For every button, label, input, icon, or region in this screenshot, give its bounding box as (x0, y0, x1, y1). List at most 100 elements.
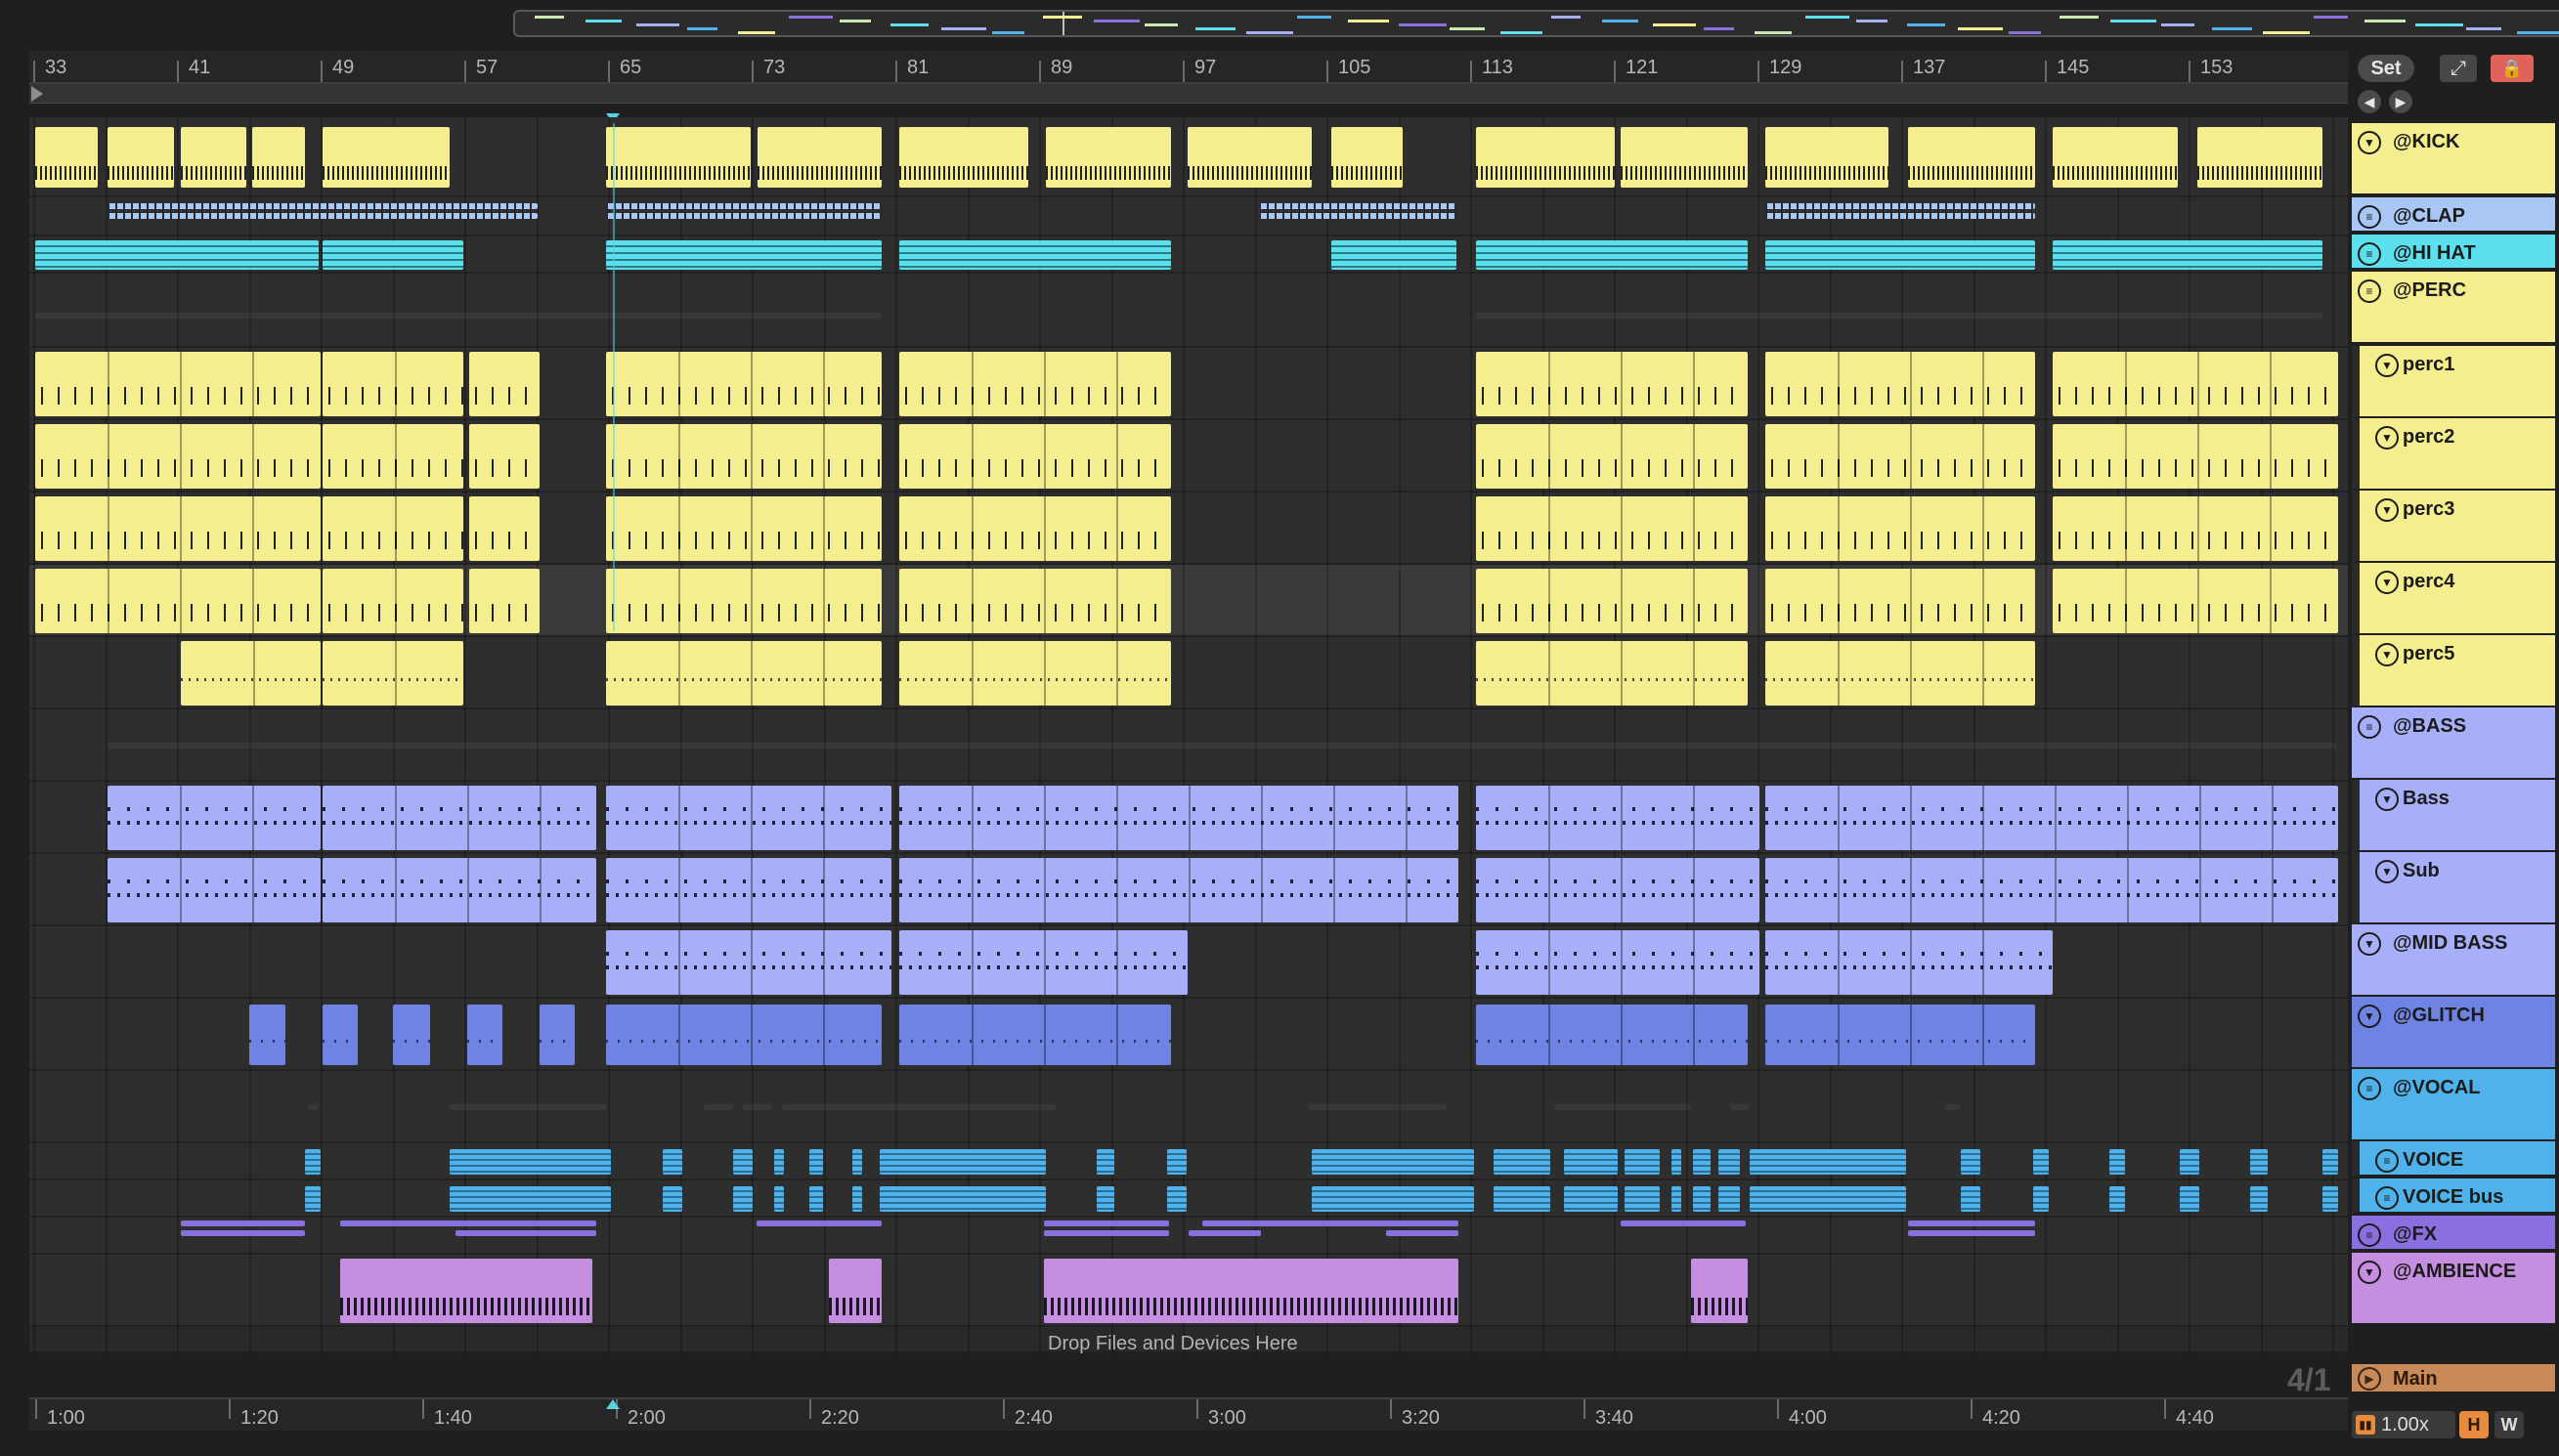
vox-clip[interactable] (2180, 1149, 2199, 1175)
vox-clip[interactable] (663, 1186, 682, 1212)
fx-clip[interactable] (1908, 1220, 2035, 1226)
set-button[interactable]: Set (2358, 55, 2414, 82)
fx-clip[interactable] (1189, 1230, 1261, 1236)
vox-clip[interactable] (733, 1186, 753, 1212)
glitch-clip[interactable] (467, 1005, 502, 1065)
kick-clip[interactable] (252, 127, 305, 188)
kick-clip[interactable] (1476, 127, 1615, 188)
vox-clip[interactable] (1961, 1186, 1980, 1212)
arrow-left-icon[interactable]: ◀ (2358, 90, 2381, 113)
list-icon[interactable]: ≡ (2358, 205, 2381, 229)
list-icon[interactable]: ≡ (2358, 1223, 2381, 1247)
vox-clip[interactable] (663, 1149, 682, 1175)
track-header--ambience[interactable]: ▼ @AMBIENCE (2352, 1253, 2555, 1325)
perc-clip[interactable] (469, 569, 540, 633)
track-header-perc4[interactable]: ▼ perc4 (2352, 563, 2555, 635)
perc-clip[interactable] (1765, 496, 2035, 561)
vox-clip[interactable] (2180, 1186, 2199, 1212)
hh-clip[interactable] (899, 240, 1171, 270)
fx-clip[interactable] (181, 1220, 305, 1226)
tempo-value[interactable]: 1.00x (2381, 1414, 2429, 1436)
perc-clip[interactable] (899, 569, 1171, 633)
fold-icon[interactable]: ▼ (2375, 860, 2399, 883)
clap-clip[interactable] (606, 203, 882, 209)
track-header--glitch[interactable]: ▼ @GLITCH (2352, 997, 2555, 1069)
vox-clip[interactable] (880, 1149, 1046, 1175)
clap-clip[interactable] (1259, 203, 1456, 209)
vox-clip[interactable] (852, 1186, 862, 1212)
vox-clip[interactable] (1097, 1149, 1114, 1175)
hh-clip[interactable] (323, 240, 463, 270)
fold-icon[interactable]: ▼ (2375, 498, 2399, 522)
vox-clip[interactable] (2250, 1186, 2268, 1212)
vox-clip[interactable] (774, 1186, 784, 1212)
vox-clip[interactable] (774, 1149, 784, 1175)
vox-clip[interactable] (1167, 1149, 1187, 1175)
track-header-sub[interactable]: ▼ Sub (2352, 852, 2555, 924)
track-header-perc5[interactable]: ▼ perc5 (2352, 635, 2555, 707)
perc-clip[interactable] (35, 352, 321, 416)
vox-clip[interactable] (733, 1149, 753, 1175)
perc-clip[interactable] (606, 424, 882, 489)
perc-clip[interactable] (2053, 496, 2338, 561)
glitch-clip[interactable] (606, 1005, 882, 1065)
track-header-voice-bus[interactable]: ≡ VOICE bus (2352, 1178, 2555, 1214)
time-ruler[interactable]: 1:00 1:20 1:40 2:00 2:20 2:40 3:00 3:20 3:40 4:00… (29, 1397, 2348, 1431)
hh-clip[interactable] (1476, 240, 1748, 270)
fx-clip[interactable] (1908, 1230, 2035, 1236)
vox-clip[interactable] (1312, 1186, 1474, 1212)
kick-clip[interactable] (108, 127, 174, 188)
loop-strip[interactable] (29, 84, 2348, 104)
fx-clip[interactable] (1386, 1230, 1458, 1236)
kick-clip[interactable] (606, 127, 751, 188)
bass-clip[interactable] (323, 858, 596, 922)
perc-clip[interactable] (899, 496, 1171, 561)
list-icon[interactable]: ≡ (2375, 1149, 2399, 1173)
bass-clip[interactable] (899, 786, 1458, 850)
kick-clip[interactable] (323, 127, 450, 188)
track-header--kick[interactable]: ▼ @KICK (2352, 123, 2555, 195)
fold-icon[interactable]: ▼ (2375, 426, 2399, 450)
lock-icon[interactable]: 🔒 (2491, 55, 2534, 82)
fold-icon[interactable]: ▼ (2375, 788, 2399, 811)
perc5-clip[interactable] (1765, 641, 2035, 706)
perc5-clip[interactable] (606, 641, 882, 706)
vox-clip[interactable] (2109, 1149, 2125, 1175)
list-icon[interactable]: ≡ (2358, 1077, 2381, 1100)
perc-clip[interactable] (1476, 352, 1748, 416)
hh-clip[interactable] (2053, 240, 2322, 270)
loop-start-icon[interactable] (31, 86, 43, 102)
perc-clip[interactable] (1476, 424, 1748, 489)
hh-clip[interactable] (1765, 240, 2035, 270)
bass-clip[interactable] (1765, 786, 2338, 850)
arrangement-view[interactable] (29, 117, 2348, 1353)
bass-clip[interactable] (1765, 858, 2338, 922)
vox-clip[interactable] (1718, 1149, 1740, 1175)
vox-clip[interactable] (1167, 1186, 1187, 1212)
perc-clip[interactable] (35, 569, 321, 633)
track-header-perc1[interactable]: ▼ perc1 (2352, 346, 2555, 418)
fx-clip[interactable] (181, 1230, 305, 1236)
perc-clip[interactable] (606, 569, 882, 633)
perc-clip[interactable] (469, 424, 540, 489)
glitch-clip[interactable] (540, 1005, 575, 1065)
perc-clip[interactable] (1765, 569, 2035, 633)
bass-clip[interactable] (606, 858, 891, 922)
glitch-clip[interactable] (249, 1005, 285, 1065)
perc5-clip[interactable] (181, 641, 321, 706)
vox-clip[interactable] (2033, 1149, 2049, 1175)
perc-clip[interactable] (469, 352, 540, 416)
bass-clip[interactable] (1476, 930, 1759, 995)
vox-clip[interactable] (1494, 1186, 1550, 1212)
perc-clip[interactable] (899, 352, 1171, 416)
track-lane[interactable] (29, 1180, 2348, 1218)
perc-clip[interactable] (35, 496, 321, 561)
list-icon[interactable]: ≡ (2358, 242, 2381, 266)
kick-clip[interactable] (2053, 127, 2178, 188)
vox-clip[interactable] (1718, 1186, 1740, 1212)
fold-icon[interactable]: ▼ (2358, 131, 2381, 154)
vox-clip[interactable] (2250, 1149, 2268, 1175)
fx-clip[interactable] (1202, 1220, 1458, 1226)
hh-clip[interactable] (1331, 240, 1456, 270)
track-header-main[interactable]: ▶ Main (2352, 1364, 2555, 1393)
